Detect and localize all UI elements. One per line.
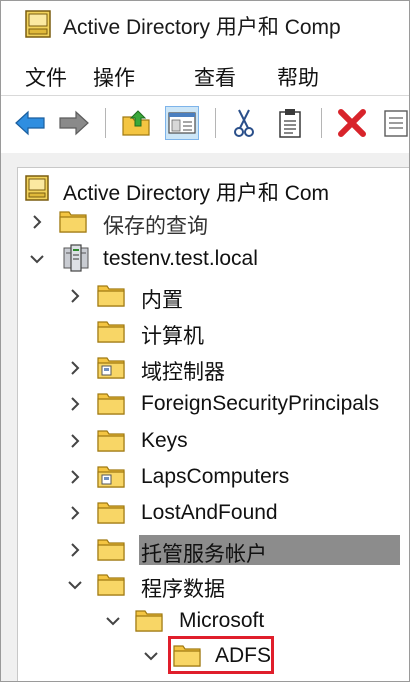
tree-item-computers[interactable]: 计算机: [67, 316, 397, 348]
menu-help[interactable]: 帮助: [277, 62, 319, 92]
cut-icon: [234, 109, 254, 137]
tree-item-keys[interactable]: Keys: [67, 425, 397, 457]
menu-file[interactable]: 文件: [25, 62, 67, 92]
tree-item-label: 保存的查询: [103, 214, 208, 238]
tree-item-label: Microsoft: [179, 609, 265, 632]
folder-icon: [97, 282, 125, 313]
folder-icon: [97, 571, 125, 602]
domain-icon: [61, 244, 91, 277]
chevron-right-icon[interactable]: [67, 288, 83, 304]
tree-item-label: LapsComputers: [141, 465, 290, 488]
paste-button[interactable]: [273, 106, 307, 140]
chevron-right-icon[interactable]: [67, 360, 83, 376]
chevron-right-icon[interactable]: [29, 214, 45, 230]
tree-item-label: 程序数据: [141, 577, 225, 601]
tree-item-lost-and-found[interactable]: LostAndFound: [67, 497, 397, 529]
tree-item-microsoft[interactable]: Microsoft: [105, 605, 401, 637]
ou-folder-icon: [97, 463, 125, 494]
chevron-down-icon[interactable]: [29, 251, 45, 267]
menu-bar: 文件 操作 查看 帮助: [1, 49, 409, 95]
tree-item-label: LostAndFound: [141, 501, 278, 524]
highlight-annotation-box: [168, 636, 274, 674]
up-folder-icon: [122, 110, 150, 136]
tree-item-managed-service-accounts[interactable]: 托管服务帐户: [67, 534, 397, 566]
chevron-down-icon[interactable]: [67, 577, 83, 593]
forward-button[interactable]: [57, 106, 91, 140]
tree-item-label: 托管服务帐户: [141, 542, 267, 566]
folder-icon: [97, 390, 125, 420]
up-one-level-button[interactable]: [119, 106, 153, 140]
menu-action[interactable]: 操作: [93, 62, 135, 92]
cut-button[interactable]: [227, 106, 261, 140]
ou-folder-icon: [97, 354, 125, 385]
properties-icon: [384, 110, 408, 137]
toolbar-separator: [321, 108, 322, 138]
window-title: Active Directory 用户和 Comp: [63, 16, 341, 39]
tree-item-label: 计算机: [141, 324, 204, 348]
tree-item-label: ForeignSecurityPrincipals: [141, 392, 380, 415]
folder-icon: [59, 208, 87, 239]
tree-item-label: Active Directory 用户和 Com: [63, 182, 330, 205]
tree-item-laps-computers[interactable]: LapsComputers: [67, 461, 397, 493]
chevron-right-icon[interactable]: [67, 542, 83, 558]
tree-item-program-data[interactable]: 程序数据: [67, 569, 397, 601]
app-window: Active Directory 用户和 Comp 文件 操作 查看 帮助 Ac…: [0, 0, 410, 682]
properties-button[interactable]: [379, 106, 409, 140]
folder-icon: [135, 607, 163, 638]
tree-item-root[interactable]: Active Directory 用户和 Com: [25, 173, 405, 205]
tree-item-saved-queries[interactable]: 保存的查询: [29, 206, 399, 238]
chevron-right-icon[interactable]: [67, 505, 83, 521]
folder-icon: [97, 318, 125, 349]
chevron-right-icon[interactable]: [67, 396, 83, 412]
delete-button[interactable]: [335, 106, 369, 140]
tree-item-label: 域控制器: [141, 360, 225, 384]
tree-item-label: 内置: [141, 288, 183, 312]
tree-item-domain-controllers[interactable]: 域控制器: [67, 352, 397, 384]
tree-item-label: Keys: [141, 429, 188, 452]
tree-item-domain[interactable]: testenv.test.local: [29, 243, 399, 275]
tree-item-label: testenv.test.local: [103, 247, 258, 270]
delete-icon: [338, 109, 366, 137]
chevron-right-icon[interactable]: [67, 433, 83, 449]
folder-icon: [97, 499, 125, 530]
menu-view[interactable]: 查看: [194, 62, 236, 92]
toolbar-separator: [215, 108, 216, 138]
show-hide-tree-button[interactable]: [165, 106, 199, 140]
ad-console-icon: [25, 10, 51, 43]
tree-item-foreign-security-principals[interactable]: ForeignSecurityPrincipals: [67, 388, 401, 420]
show-hide-tree-icon: [168, 112, 196, 134]
tree-item-builtin[interactable]: 内置: [67, 280, 397, 312]
toolbar-separator: [105, 108, 106, 138]
folder-icon: [97, 427, 125, 458]
back-arrow-icon: [15, 110, 45, 136]
chevron-down-icon[interactable]: [143, 648, 159, 664]
forward-arrow-icon: [59, 110, 89, 136]
toolbar: [1, 95, 409, 154]
ad-console-icon: [25, 175, 49, 206]
back-button[interactable]: [13, 106, 47, 140]
chevron-right-icon[interactable]: [67, 469, 83, 485]
clipboard-icon: [279, 109, 301, 138]
folder-icon: [97, 536, 125, 567]
chevron-down-icon[interactable]: [105, 613, 121, 629]
title-bar: Active Directory 用户和 Comp: [1, 1, 409, 49]
